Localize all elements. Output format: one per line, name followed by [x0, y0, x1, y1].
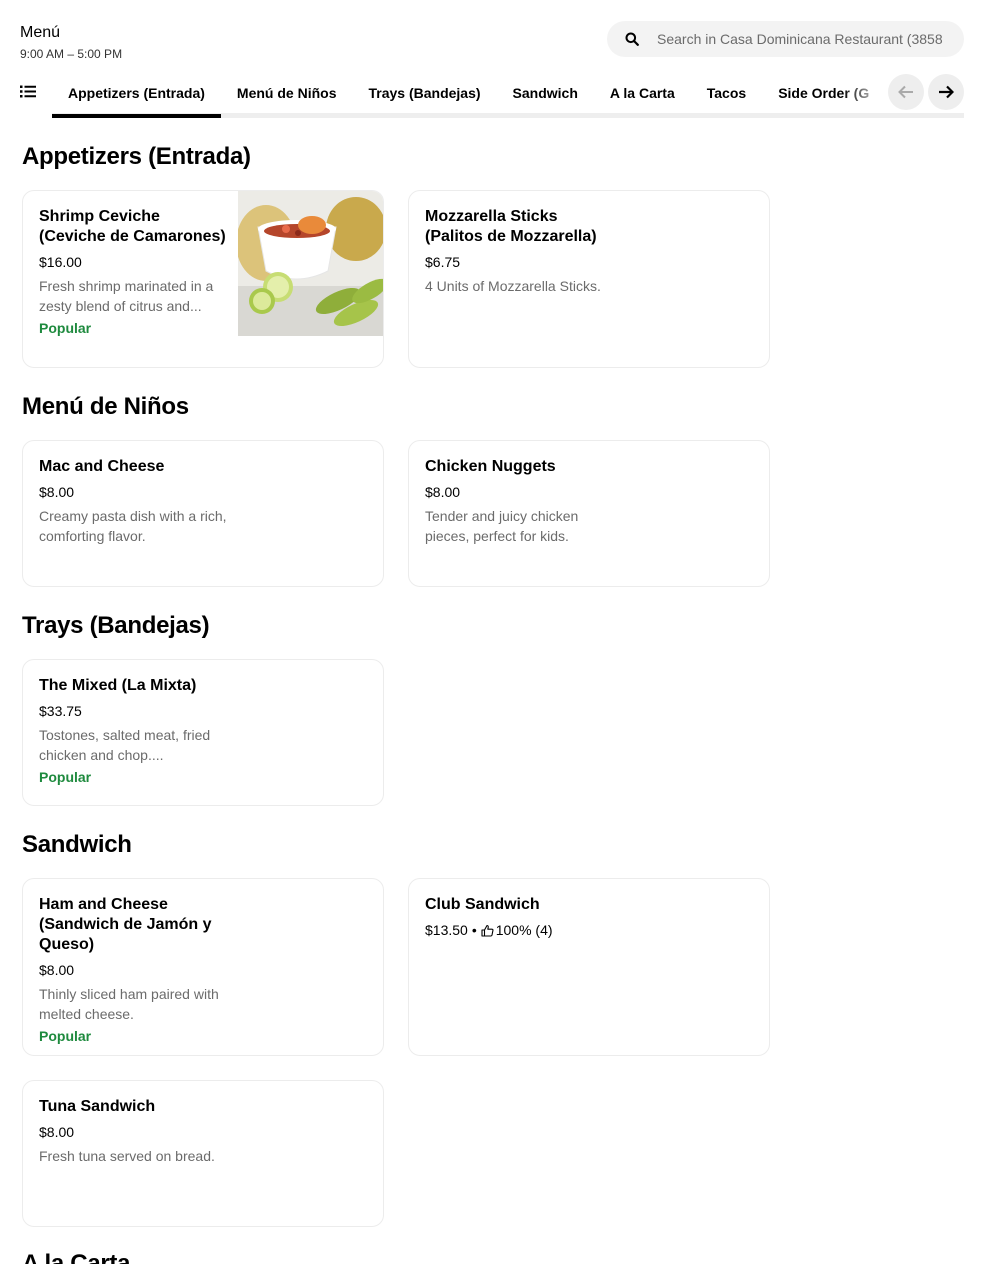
section-title-trays: Trays (Bandejas)	[22, 612, 210, 639]
arrow-left-icon	[898, 85, 913, 99]
item-rating: 100% (4)	[495, 922, 553, 938]
item-price: $8.00	[39, 962, 75, 978]
item-price: $6.75	[425, 254, 461, 270]
tab-menu-de-ninos[interactable]: Menú de Niños	[221, 72, 353, 114]
item-name: Club Sandwich	[425, 896, 540, 913]
menu-item-card[interactable]: Club Sandwich $13.50 • 100% (4)	[408, 878, 770, 1056]
item-name: Mozzarella Sticks (Palitos de Mozzarella…	[425, 208, 597, 245]
item-name: Ham and Cheese (Sandwich de Jamón y Ques…	[39, 896, 212, 953]
menu-item-card[interactable]: Shrimp Ceviche (Ceviche de Camarones) $1…	[22, 190, 384, 368]
item-price: $13.50	[425, 922, 468, 938]
arrow-right-icon	[939, 85, 954, 99]
section-title-a-la-carta: A la Carta	[22, 1250, 131, 1264]
tab-sandwich[interactable]: Sandwich	[497, 72, 594, 114]
menu-hours: 9:00 AM – 5:00 PM	[20, 47, 123, 61]
popular-badge: Popular	[39, 320, 92, 336]
thumbs-up-icon	[481, 924, 494, 937]
scroll-left-button[interactable]	[888, 74, 924, 110]
item-description: Creamy pasta dish with a rich, comfortin…	[39, 508, 227, 544]
menu-item-card[interactable]: Mozzarella Sticks (Palitos de Mozzarella…	[408, 190, 770, 368]
item-description: Thinly sliced ham paired with melted che…	[39, 986, 219, 1022]
popular-badge: Popular	[39, 769, 92, 785]
item-name: Shrimp Ceviche (Ceviche de Camarones)	[39, 208, 226, 245]
list-icon[interactable]	[19, 83, 37, 99]
store-header: Menú 9:00 AM – 5:00 PM Appetizers (Entra…	[0, 0, 984, 120]
menu-item-card[interactable]: Ham and Cheese (Sandwich de Jamón y Ques…	[22, 878, 384, 1056]
item-name: Chicken Nuggets	[425, 458, 556, 475]
search-input[interactable]	[657, 31, 957, 47]
item-price: $16.00	[39, 254, 82, 270]
item-name: Tuna Sandwich	[39, 1098, 156, 1115]
menu-title: Menú	[20, 24, 61, 41]
category-tabs: Appetizers (Entrada) Menú de Niños Trays…	[52, 72, 872, 118]
section-title-menu-de-ninos: Menú de Niños	[22, 393, 189, 420]
tabs-fade	[842, 72, 886, 112]
item-name: Mac and Cheese	[39, 458, 165, 475]
tab-appetizers[interactable]: Appetizers (Entrada)	[52, 72, 221, 118]
tab-tacos[interactable]: Tacos	[691, 72, 762, 114]
item-price: $33.75	[39, 703, 82, 719]
menu-item-card[interactable]: The Mixed (La Mixta) $33.75 Tostones, sa…	[22, 659, 384, 806]
item-photo	[236, 191, 383, 336]
item-description: Tender and juicy chicken pieces, perfect…	[425, 508, 579, 544]
item-price: $8.00	[39, 484, 75, 500]
menu-item-card[interactable]: Chicken Nuggets $8.00 Tender and juicy c…	[408, 440, 770, 587]
menu-item-card[interactable]: Tuna Sandwich $8.00 Fresh tuna served on…	[22, 1080, 384, 1227]
item-price-rating: $13.50 • 100% (4)	[425, 920, 745, 940]
section-title-sandwich: Sandwich	[22, 831, 132, 858]
popular-badge: Popular	[39, 1028, 92, 1044]
section-title-appetizers: Appetizers (Entrada)	[22, 143, 251, 170]
item-description: 4 Units of Mozzarella Sticks.	[425, 278, 601, 294]
item-name: The Mixed (La Mixta)	[39, 677, 197, 694]
item-description: Tostones, salted meat, fried chicken and…	[39, 727, 211, 763]
scroll-right-button[interactable]	[928, 74, 964, 110]
tab-trays[interactable]: Trays (Bandejas)	[352, 72, 496, 114]
item-description: Fresh shrimp marinated in a zesty blend …	[39, 278, 214, 314]
item-price: $8.00	[425, 484, 461, 500]
item-description: Fresh tuna served on bread.	[39, 1148, 215, 1164]
tab-a-la-carta[interactable]: A la Carta	[594, 72, 691, 114]
search-bar[interactable]	[607, 21, 964, 57]
search-icon	[607, 32, 657, 46]
separator-dot: •	[471, 922, 477, 938]
menu-item-card[interactable]: Mac and Cheese $8.00 Creamy pasta dish w…	[22, 440, 384, 587]
item-price: $8.00	[39, 1124, 75, 1140]
